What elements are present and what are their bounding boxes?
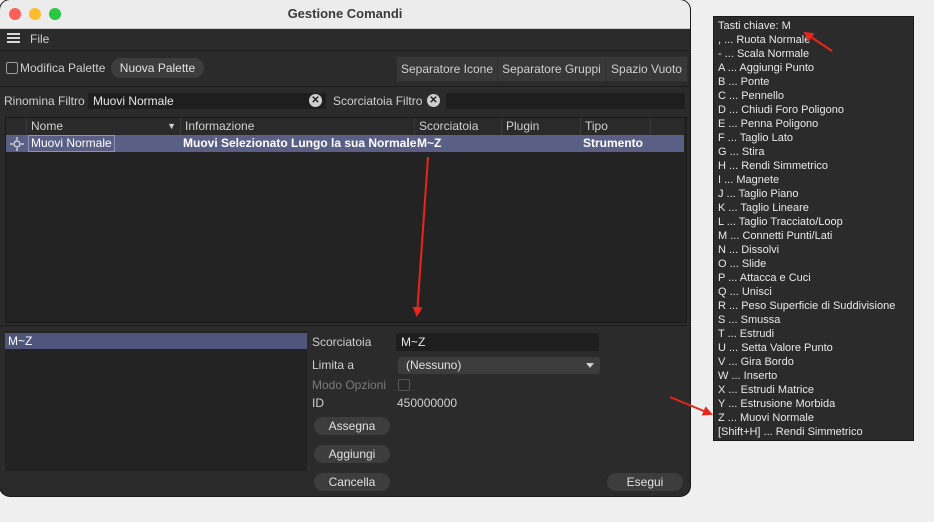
annotation-arrows xyxy=(412,31,833,416)
annotation-arrow xyxy=(803,31,833,52)
annotation-arrow xyxy=(412,156,429,317)
annotation-arrow xyxy=(669,396,713,416)
